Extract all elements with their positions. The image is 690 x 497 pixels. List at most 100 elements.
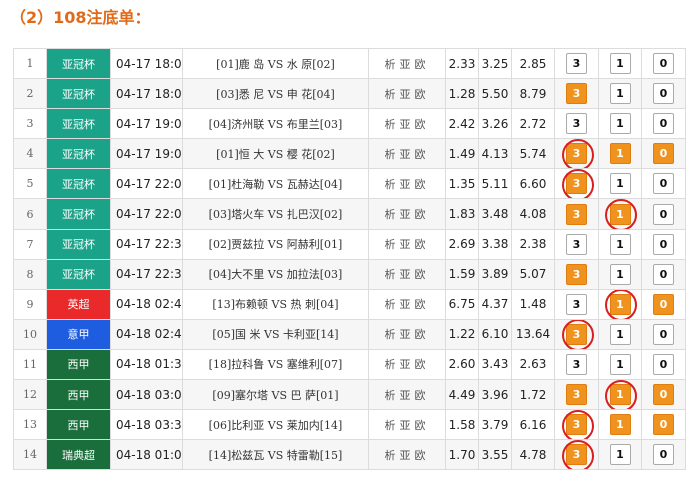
analysis-links[interactable]: 析亚欧 [368, 47, 446, 80]
pick-option-3[interactable]: 3 [566, 113, 587, 135]
pick-option-0[interactable]: 0 [653, 143, 674, 165]
analysis-links[interactable]: 析亚欧 [368, 198, 446, 230]
match-name[interactable]: [18]拉科鲁 VS 塞维利[07] [182, 348, 369, 381]
pick-option-1[interactable]: 1 [609, 173, 631, 195]
pick-option-3[interactable]: 3 [566, 293, 587, 315]
pick-option-1[interactable]: 1 [609, 233, 631, 255]
pick-option-0[interactable]: 0 [653, 263, 674, 285]
pick-option-0[interactable]: 0 [653, 353, 674, 375]
pick-cell: 1 [598, 409, 642, 441]
league-badge[interactable]: 亚冠杯 [46, 228, 111, 260]
odds-draw: 4.13 [478, 138, 512, 170]
pick-option-1[interactable]: 1 [609, 203, 631, 225]
pick-option-0[interactable]: 0 [653, 173, 674, 195]
pick-cell: 1 [598, 258, 642, 290]
odds-away: 2.38 [511, 228, 555, 260]
analysis-links[interactable]: 析亚欧 [368, 108, 446, 140]
match-name[interactable]: [04]大不里 VS 加拉法[03] [182, 258, 369, 290]
match-name[interactable]: [01]杜海勒 VS 瓦赫达[04] [182, 168, 369, 200]
pick-option-3[interactable]: 3 [566, 444, 587, 466]
pick-option-3[interactable]: 3 [566, 414, 587, 436]
match-name[interactable]: [01]恒 大 VS 樱 花[02] [182, 138, 369, 170]
pick-option-1[interactable]: 1 [609, 384, 631, 406]
pick-option-3[interactable]: 3 [566, 203, 587, 225]
pick-option-0[interactable]: 0 [653, 233, 674, 255]
league-badge[interactable]: 亚冠杯 [46, 198, 111, 230]
pick-option-0[interactable]: 0 [653, 384, 674, 406]
league-badge[interactable]: 意甲 [46, 318, 111, 350]
match-name[interactable]: [14]松兹瓦 VS 特雷勒[15] [182, 439, 369, 471]
league-badge[interactable]: 西甲 [46, 379, 111, 411]
league-badge[interactable]: 西甲 [46, 409, 111, 441]
pick-option-1[interactable]: 1 [609, 83, 631, 105]
league-badge[interactable]: 亚冠杯 [46, 138, 111, 170]
pick-option-3[interactable]: 3 [566, 263, 587, 285]
pick-option-3[interactable]: 3 [566, 173, 587, 195]
pick-option-1[interactable]: 1 [609, 414, 631, 436]
league-badge[interactable]: 亚冠杯 [46, 258, 111, 290]
pick-cell: 3 [554, 288, 599, 320]
odds-away: 5.74 [511, 138, 555, 170]
pick-cell: 0 [641, 78, 686, 110]
match-name[interactable]: [03]悉 尼 VS 申 花[04] [182, 78, 369, 110]
analysis-links[interactable]: 析亚欧 [368, 409, 446, 441]
pick-option-0[interactable]: 0 [653, 293, 674, 315]
match-name[interactable]: [02]贾兹拉 VS 阿赫利[01] [182, 228, 369, 260]
pick-option-3[interactable]: 3 [566, 233, 587, 255]
row-number: 7 [13, 228, 47, 260]
analysis-links[interactable]: 析亚欧 [368, 439, 446, 471]
row-number: 6 [13, 198, 47, 230]
analysis-links[interactable]: 析亚欧 [368, 228, 446, 260]
pick-option-0[interactable]: 0 [653, 323, 674, 345]
pick-option-0[interactable]: 0 [653, 53, 674, 75]
analysis-links[interactable]: 析亚欧 [368, 138, 446, 170]
pick-option-0[interactable]: 0 [653, 444, 674, 466]
match-name[interactable]: [03]塔火车 VS 扎巴汉[02] [182, 198, 369, 230]
league-badge[interactable]: 英超 [46, 288, 111, 320]
analysis-links[interactable]: 析亚欧 [368, 258, 446, 290]
row-number: 10 [13, 318, 47, 350]
pick-option-1[interactable]: 1 [609, 113, 631, 135]
pick-option-3[interactable]: 3 [566, 143, 587, 165]
pick-option-3[interactable]: 3 [566, 83, 587, 105]
match-time: 04-17 22:30 [110, 258, 183, 290]
league-badge[interactable]: 亚冠杯 [46, 168, 111, 200]
league-badge[interactable]: 亚冠杯 [46, 108, 111, 140]
analysis-links[interactable]: 析亚欧 [368, 348, 446, 381]
odds-draw: 5.50 [478, 78, 512, 110]
bets-table: 1 亚冠杯 04-17 18:00 [01]鹿 岛 VS 水 原[02] 析亚欧 2.33… [13, 47, 686, 471]
pick-option-1[interactable]: 1 [609, 293, 631, 315]
pick-cell: 0 [641, 108, 686, 140]
match-name[interactable]: [09]塞尔塔 VS 巴 萨[01] [182, 379, 369, 411]
match-name[interactable]: [04]济州联 VS 布里兰[03] [182, 108, 369, 140]
league-badge[interactable]: 亚冠杯 [46, 47, 111, 80]
pick-option-1[interactable]: 1 [609, 53, 631, 75]
pick-option-1[interactable]: 1 [609, 143, 631, 165]
analysis-links[interactable]: 析亚欧 [368, 78, 446, 110]
pick-option-3[interactable]: 3 [566, 53, 587, 75]
pick-option-1[interactable]: 1 [609, 353, 631, 375]
pick-option-1[interactable]: 1 [609, 444, 631, 466]
match-name[interactable]: [06]比利亚 VS 莱加内[14] [182, 409, 369, 441]
row-number: 8 [13, 258, 47, 290]
analysis-links[interactable]: 析亚欧 [368, 168, 446, 200]
pick-option-0[interactable]: 0 [653, 414, 674, 436]
match-name[interactable]: [05]国 米 VS 卡利亚[14] [182, 318, 369, 350]
pick-option-1[interactable]: 1 [609, 263, 631, 285]
pick-option-0[interactable]: 0 [653, 83, 674, 105]
match-name[interactable]: [01]鹿 岛 VS 水 原[02] [182, 47, 369, 80]
analysis-links[interactable]: 析亚欧 [368, 379, 446, 411]
league-badge[interactable]: 亚冠杯 [46, 78, 111, 110]
pick-option-3[interactable]: 3 [566, 353, 587, 375]
pick-option-3[interactable]: 3 [566, 384, 587, 406]
league-badge[interactable]: 瑞典超 [46, 439, 111, 471]
pick-option-0[interactable]: 0 [653, 113, 674, 135]
analysis-links[interactable]: 析亚欧 [368, 318, 446, 350]
analysis-links[interactable]: 析亚欧 [368, 288, 446, 320]
league-badge[interactable]: 西甲 [46, 348, 111, 381]
pick-option-3[interactable]: 3 [566, 323, 587, 345]
match-name[interactable]: [13]布赖顿 VS 热 刺[04] [182, 288, 369, 320]
match-time: 04-18 02:45 [110, 288, 183, 320]
pick-option-0[interactable]: 0 [653, 203, 674, 225]
pick-option-1[interactable]: 1 [609, 323, 631, 345]
